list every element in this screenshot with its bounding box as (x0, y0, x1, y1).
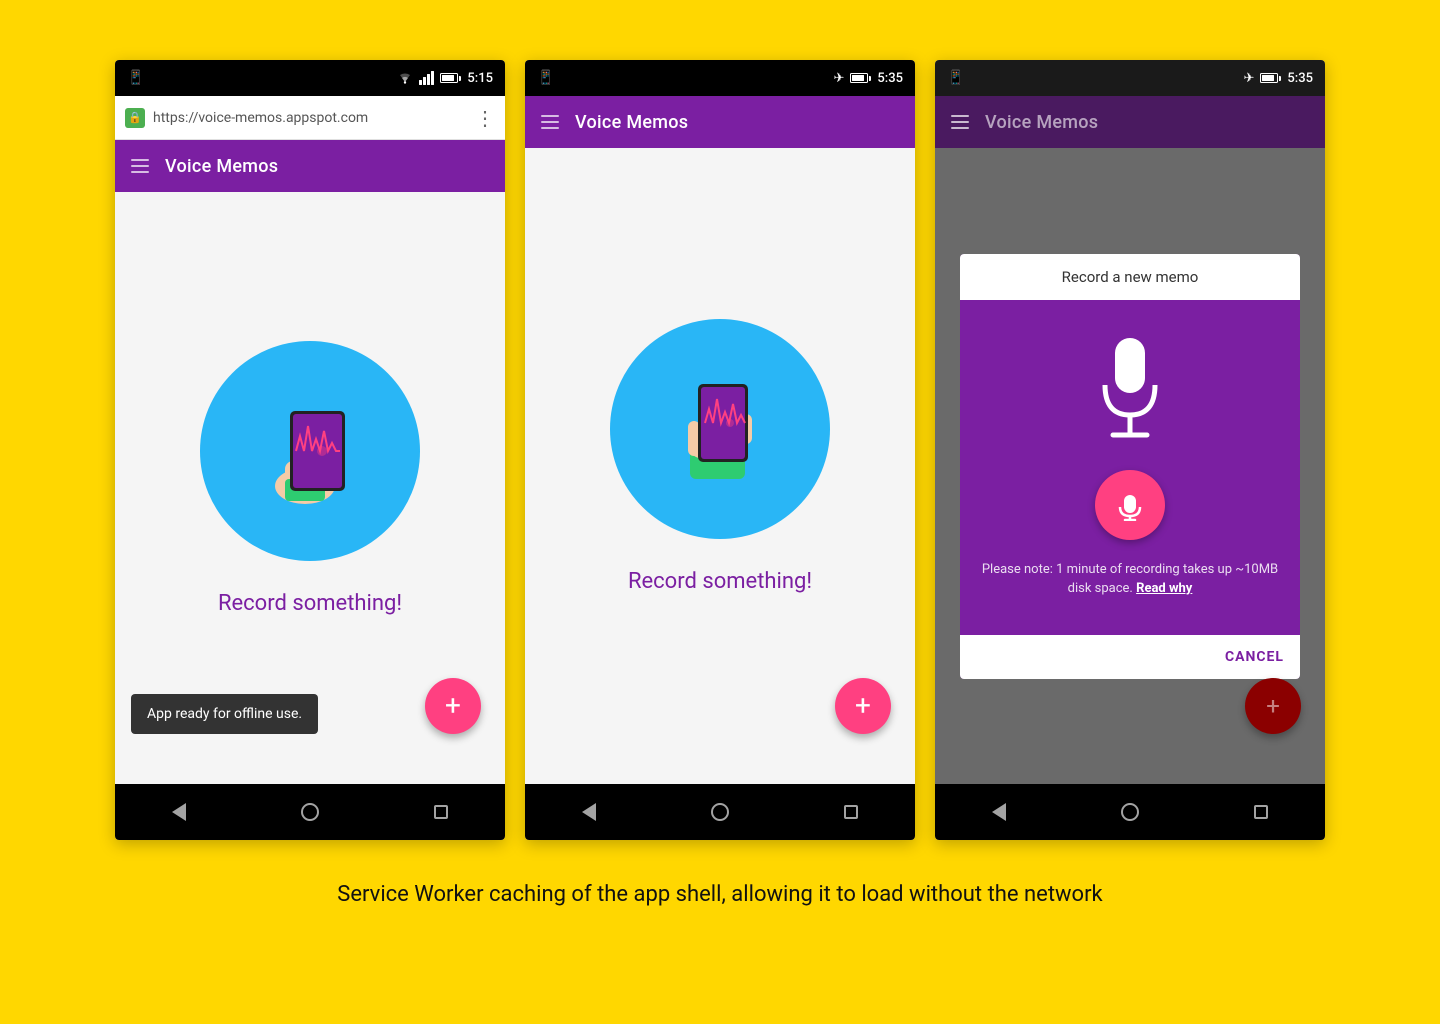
read-why-link[interactable]: Read why (1136, 581, 1192, 596)
record-dialog: Record a new memo (960, 254, 1300, 679)
phone-icon-3: 📱 (947, 70, 964, 86)
battery-icon-1 (440, 73, 461, 83)
phone-content-2: Record something! + (525, 148, 915, 784)
app-title-2: Voice Memos (575, 112, 688, 133)
phone-icon-1: 📱 (127, 70, 144, 86)
app-toolbar-3: Voice Memos (935, 96, 1325, 148)
time-1: 5:15 (467, 71, 493, 86)
dialog-title-text: Record a new memo (1062, 268, 1199, 286)
fab-icon-1: + (445, 692, 461, 720)
dialog-title-bar: Record a new memo (960, 254, 1300, 300)
back-button-1[interactable] (172, 803, 186, 821)
back-button-3[interactable] (992, 803, 1006, 821)
fab-2[interactable]: + (835, 678, 891, 734)
illustration-circle-1 (200, 341, 420, 561)
wifi-icon-1 (397, 72, 413, 84)
airplane-icon-3: ✈ (1244, 71, 1255, 86)
home-button-2[interactable] (711, 803, 729, 821)
url-text: https://voice-memos.appspot.com (153, 110, 467, 126)
illustration-circle-2 (610, 319, 830, 539)
time-2: 5:35 (877, 71, 903, 86)
home-button-3[interactable] (1121, 803, 1139, 821)
home-button-1[interactable] (301, 803, 319, 821)
nav-bar-1 (115, 784, 505, 840)
app-title-3: Voice Memos (985, 112, 1098, 133)
status-bar-1: 📱 (115, 60, 505, 96)
record-button[interactable] (1095, 470, 1165, 540)
app-title-1: Voice Memos (165, 156, 278, 177)
status-bar-3: 📱 ✈ 5:35 (935, 60, 1325, 96)
url-bar[interactable]: 🔒 https://voice-memos.appspot.com ⋮ (115, 96, 505, 140)
phone-3: 📱 ✈ 5:35 Voice Memos Record a new memo (935, 60, 1325, 840)
nav-bar-2 (525, 784, 915, 840)
phone-2: 📱 ✈ 5:35 Voice Memos (525, 60, 915, 840)
cancel-button[interactable]: CANCEL (1225, 649, 1284, 665)
secure-icon: 🔒 (125, 108, 145, 128)
app-toolbar-2: Voice Memos (525, 96, 915, 148)
phone-1: 📱 (115, 60, 505, 840)
hamburger-icon-3[interactable] (951, 115, 969, 129)
dialog-body: Please note: 1 minute of recording takes… (960, 300, 1300, 635)
dialog-note-text: Please note: 1 minute of recording takes… (980, 560, 1280, 599)
hamburger-icon-2[interactable] (541, 115, 559, 129)
phone-hand-svg-2 (640, 349, 800, 509)
fab-3[interactable]: + (1245, 678, 1301, 734)
snackbar-text: App ready for offline use. (147, 706, 302, 722)
phones-row: 📱 (115, 60, 1325, 840)
battery-icon-3 (1260, 73, 1281, 83)
back-button-2[interactable] (582, 803, 596, 821)
app-toolbar-1: Voice Memos (115, 140, 505, 192)
snackbar: App ready for offline use. (131, 694, 318, 734)
phone-hand-svg-1 (230, 371, 390, 531)
recent-button-1[interactable] (434, 805, 448, 819)
phone-icon-2: 📱 (537, 70, 554, 86)
record-text-2: Record something! (628, 569, 812, 594)
nav-bar-3 (935, 784, 1325, 840)
time-3: 5:35 (1287, 71, 1313, 86)
recent-button-3[interactable] (1254, 805, 1268, 819)
microphone-icon (1085, 330, 1175, 450)
fab-1[interactable]: + (425, 678, 481, 734)
url-menu-icon[interactable]: ⋮ (475, 106, 495, 130)
hamburger-icon-1[interactable] (131, 159, 149, 173)
dialog-actions: CANCEL (960, 635, 1300, 679)
caption: Service Worker caching of the app shell,… (337, 880, 1102, 911)
signal-icon-1 (419, 71, 434, 85)
status-bar-2: 📱 ✈ 5:35 (525, 60, 915, 96)
fab-icon-3: + (1266, 694, 1280, 718)
phone-content-overlay: Record a new memo (935, 148, 1325, 784)
airplane-icon-2: ✈ (834, 71, 845, 86)
battery-icon-2 (850, 73, 871, 83)
recent-button-2[interactable] (844, 805, 858, 819)
record-text-1: Record something! (218, 591, 402, 616)
phone-content-1: Record something! App ready for offline … (115, 192, 505, 784)
mic-btn-icon (1114, 489, 1146, 521)
fab-icon-2: + (855, 692, 871, 720)
